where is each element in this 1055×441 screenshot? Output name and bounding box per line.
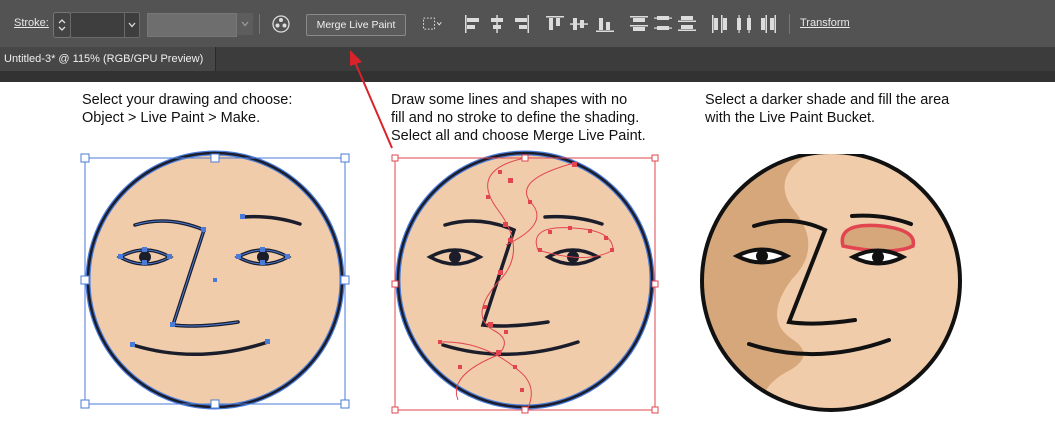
chevron-down-icon bbox=[128, 22, 136, 28]
stroke-weight-dropdown[interactable] bbox=[124, 13, 139, 37]
distribute-bottom-icon[interactable] bbox=[676, 13, 698, 35]
distribute-left-icon[interactable] bbox=[709, 13, 731, 35]
document-tab[interactable]: Untitled-3* @ 115% (RGB/GPU Preview) bbox=[0, 47, 216, 71]
control-bar: Stroke: Merge Live Paint Transform bbox=[0, 0, 1055, 48]
step2-line: fill and no stroke to define the shading… bbox=[391, 110, 640, 126]
step3-line: with the Live Paint Bucket. bbox=[705, 110, 876, 126]
toolbar-divider bbox=[789, 14, 790, 34]
annotation-arrow bbox=[350, 50, 393, 149]
recolor-artwork-icon[interactable] bbox=[270, 13, 292, 35]
distribute-horizontal-center-icon[interactable] bbox=[734, 13, 756, 35]
align-vertical-center-icon[interactable] bbox=[568, 13, 590, 35]
step3-line: Select a darker shade and fill the area bbox=[705, 92, 950, 108]
toolbar-divider bbox=[259, 14, 260, 34]
distribute-vertical-center-icon[interactable] bbox=[652, 13, 674, 35]
align-right-icon[interactable] bbox=[510, 13, 532, 35]
face-step3[interactable] bbox=[697, 154, 967, 414]
distribute-top-icon[interactable] bbox=[628, 13, 650, 35]
chevron-down-icon bbox=[241, 21, 249, 27]
align-bottom-icon[interactable] bbox=[594, 13, 616, 35]
stroke-weight-field[interactable] bbox=[70, 12, 140, 38]
step2-caption: Draw some lines and shapes with no fill … bbox=[391, 91, 646, 145]
align-horizontal-center-icon[interactable] bbox=[486, 13, 508, 35]
step1-line: Object > Live Paint > Make. bbox=[82, 110, 261, 126]
step2-line: Select all and choose Merge Live Paint. bbox=[391, 128, 646, 144]
step1-line: Select your drawing and choose: bbox=[82, 92, 293, 108]
document-tab-bar: Untitled-3* @ 115% (RGB/GPU Preview) bbox=[0, 47, 1055, 71]
align-left-icon[interactable] bbox=[462, 13, 484, 35]
step2-line: Draw some lines and shapes with no bbox=[391, 92, 628, 108]
stroke-profile-select[interactable] bbox=[147, 13, 237, 37]
face-step2[interactable] bbox=[388, 150, 664, 414]
face-step1[interactable] bbox=[78, 150, 354, 414]
step3-caption: Select a darker shade and fill the area … bbox=[705, 91, 949, 127]
distribute-right-icon[interactable] bbox=[758, 13, 780, 35]
transform-link[interactable]: Transform bbox=[800, 17, 850, 29]
ruler-strip bbox=[0, 71, 1055, 82]
stroke-weight-stepper[interactable] bbox=[53, 12, 71, 38]
step1-caption: Select your drawing and choose: Object >… bbox=[82, 91, 292, 127]
align-top-icon[interactable] bbox=[544, 13, 566, 35]
stepper-icon bbox=[58, 19, 66, 31]
select-similar-icon[interactable] bbox=[421, 13, 443, 35]
stroke-label[interactable]: Stroke: bbox=[14, 17, 49, 29]
stroke-profile-dropdown[interactable] bbox=[237, 13, 253, 35]
merge-live-paint-button[interactable]: Merge Live Paint bbox=[306, 14, 406, 36]
